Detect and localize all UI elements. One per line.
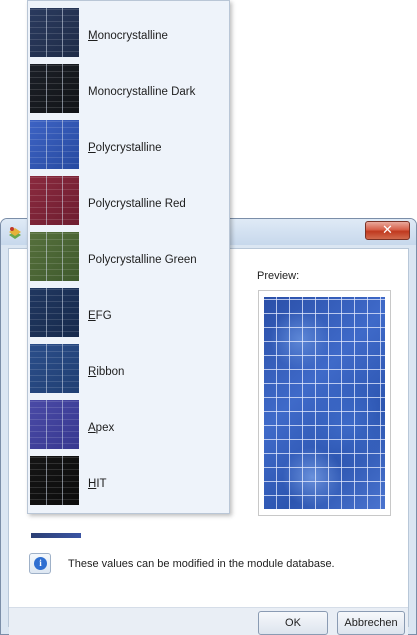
dropdown-item-label: Polycrystalline Green <box>88 254 197 266</box>
panel-preview-image <box>264 297 385 509</box>
accelerator-letter: A <box>88 422 96 434</box>
accelerator-letter: P <box>88 142 96 154</box>
dropdown-item[interactable]: Polycrystalline <box>28 116 229 172</box>
dropdown-item[interactable]: Apex <box>28 396 229 452</box>
panel-swatch-image <box>30 176 79 225</box>
ok-button[interactable]: OK <box>258 611 328 635</box>
dropdown-item-label: Monocrystalline <box>88 30 168 42</box>
panel-swatch-image <box>30 8 79 57</box>
label-text: onocrystalline <box>97 30 168 42</box>
combo-box-swatch[interactable] <box>31 533 81 538</box>
label-text: olycrystalline <box>95 142 162 154</box>
label-text: FG <box>95 310 112 322</box>
panel-swatch-image <box>30 400 79 449</box>
panel-swatch-image <box>30 120 79 169</box>
info-text: These values can be modified in the modu… <box>68 558 335 570</box>
label-text: pex <box>95 422 115 434</box>
panel-swatch-image <box>30 288 79 337</box>
app-icon <box>9 227 21 239</box>
dropdown-item-label: Ribbon <box>88 366 124 378</box>
preview-label: Preview: <box>257 270 300 282</box>
dropdown-item[interactable]: Monocrystalline <box>28 4 229 60</box>
dropdown-item-label: Polycrystalline <box>88 142 162 154</box>
dropdown-item-label: Apex <box>88 422 114 434</box>
cancel-button[interactable]: Abbrechen <box>337 611 405 635</box>
preview-frame <box>258 290 391 516</box>
dropdown-item-label: Polycrystalline Red <box>88 198 186 210</box>
dropdown-item-label: HIT <box>88 478 107 490</box>
label-text: Monocrystalline Dark <box>88 86 196 98</box>
module-type-dropdown: Monocrystalline Monocrystalline Dark Polyc… <box>27 0 230 514</box>
close-button[interactable]: ✕ <box>365 221 410 240</box>
dropdown-item[interactable]: Ribbon <box>28 340 229 396</box>
dropdown-item[interactable]: Monocrystalline Dark <box>28 60 229 116</box>
dropdown-item[interactable]: HIT <box>28 452 229 508</box>
info-button[interactable]: i <box>29 553 51 574</box>
dropdown-item-label: EFG <box>88 310 112 322</box>
label-text: Polycrystalline Red <box>88 198 186 210</box>
label-text: ibbon <box>96 366 125 378</box>
panel-swatch-image <box>30 232 79 281</box>
panel-swatch-image <box>30 64 79 113</box>
dropdown-item[interactable]: Polycrystalline Green <box>28 228 229 284</box>
accelerator-letter: E <box>88 310 96 322</box>
accelerator-letter: M <box>88 30 98 42</box>
panel-swatch-image <box>30 456 79 505</box>
button-bar: OK Abbrechen <box>9 607 408 635</box>
info-icon: i <box>34 557 47 570</box>
panel-swatch-image <box>30 344 79 393</box>
label-text: Polycrystalline Green <box>88 254 197 266</box>
dropdown-item[interactable]: Polycrystalline Red <box>28 172 229 228</box>
label-text: IT <box>96 478 107 490</box>
dropdown-item-label: Monocrystalline Dark <box>88 86 195 98</box>
dropdown-item[interactable]: EFG <box>28 284 229 340</box>
